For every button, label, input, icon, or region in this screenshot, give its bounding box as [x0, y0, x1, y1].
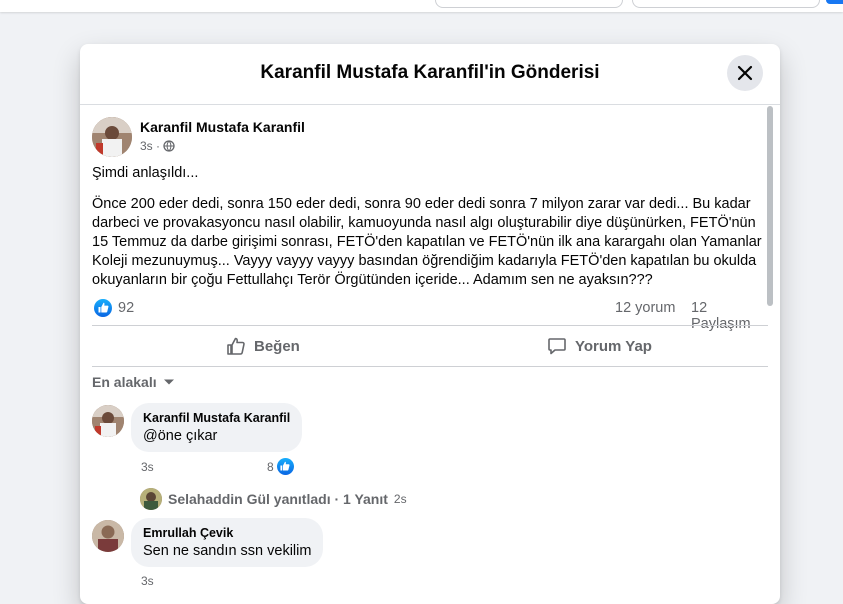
avatar-photo [140, 488, 162, 510]
reaction-count[interactable]: 92 [118, 300, 134, 316]
close-button[interactable] [727, 55, 763, 91]
comment-sort-dropdown[interactable]: En alakalı [92, 374, 175, 390]
nav-search-pill[interactable] [435, 0, 623, 8]
comment-bubble: Emrullah Çevik Sen ne sandın ssn vekilim [131, 518, 324, 567]
top-nav-bar [0, 0, 843, 12]
comment-count[interactable]: 12 yorum [615, 300, 675, 316]
comment-reactions[interactable]: 8 [267, 458, 294, 475]
post-time[interactable]: 3s · [140, 139, 160, 153]
divider [92, 366, 768, 367]
thumbs-up-icon [280, 461, 290, 471]
dialog-header: Karanfil Mustafa Karanfil'in Gönderisi [80, 44, 780, 105]
thumbs-up-icon [98, 302, 109, 313]
post-stats: 92 12 yorum 12 Paylaşım [92, 299, 768, 332]
replier-avatar [140, 488, 162, 510]
nav-action-button[interactable] [826, 0, 843, 4]
comment-text: @öne çıkar [143, 428, 218, 444]
post-body: Şimdi anlaşıldı... Önce 200 eder dedi, s… [92, 164, 768, 302]
post-main-text: Önce 200 eder dedi, sonra 150 eder dedi,… [92, 196, 762, 288]
post-author-name[interactable]: Karanfil Mustafa Karanfil [140, 119, 305, 135]
close-icon [737, 65, 753, 81]
caret-down-icon [163, 379, 174, 385]
divider [92, 325, 768, 326]
like-reaction-icon[interactable] [94, 299, 112, 317]
comment-button-label: Yorum Yap [575, 337, 652, 355]
comment-bubble: Karanfil Mustafa Karanfil @öne çıkar [131, 403, 303, 452]
share-count[interactable]: 12 Paylaşım [691, 300, 768, 332]
post-meta: 3s · [140, 139, 175, 153]
comment-like-count: 8 [267, 459, 274, 474]
avatar-photo [92, 520, 124, 552]
author-avatar[interactable] [92, 117, 132, 157]
speech-bubble-icon [548, 338, 566, 355]
comment-time[interactable]: 3s [141, 460, 154, 474]
post-dialog: Karanfil Mustafa Karanfil'in Gönderisi K… [80, 44, 780, 604]
like-button-label: Beğen [254, 337, 300, 355]
commenter-avatar[interactable] [92, 405, 124, 437]
view-replies-link[interactable]: Selahaddin Gül yanıtladı · 1 Yanıt 2s [140, 488, 407, 510]
like-reaction-icon [276, 458, 294, 475]
avatar-photo [92, 405, 124, 437]
like-button[interactable]: Beğen [226, 334, 300, 358]
post-first-line: Şimdi anlaşıldı... [92, 165, 199, 181]
comment-text: Sen ne sandın ssn vekilim [143, 543, 312, 559]
avatar-photo [92, 117, 132, 157]
dialog-title: Karanfil Mustafa Karanfil'in Gönderisi [260, 62, 600, 83]
reply-time: 2s [393, 492, 407, 506]
nav-menu-pill[interactable] [632, 0, 820, 8]
comment-time[interactable]: 3s [141, 574, 154, 588]
commenter-avatar[interactable] [92, 520, 124, 552]
sort-label: En alakalı [92, 374, 157, 390]
comment-author[interactable]: Karanfil Mustafa Karanfil [143, 411, 290, 425]
thumbs-up-outline-icon [227, 337, 245, 355]
comment-author[interactable]: Emrullah Çevik [143, 526, 311, 540]
globe-icon [163, 140, 175, 152]
comment-button[interactable]: Yorum Yap [547, 334, 652, 358]
reply-summary-text: Selahaddin Gül yanıtladı · 1 Yanıt [168, 491, 388, 507]
